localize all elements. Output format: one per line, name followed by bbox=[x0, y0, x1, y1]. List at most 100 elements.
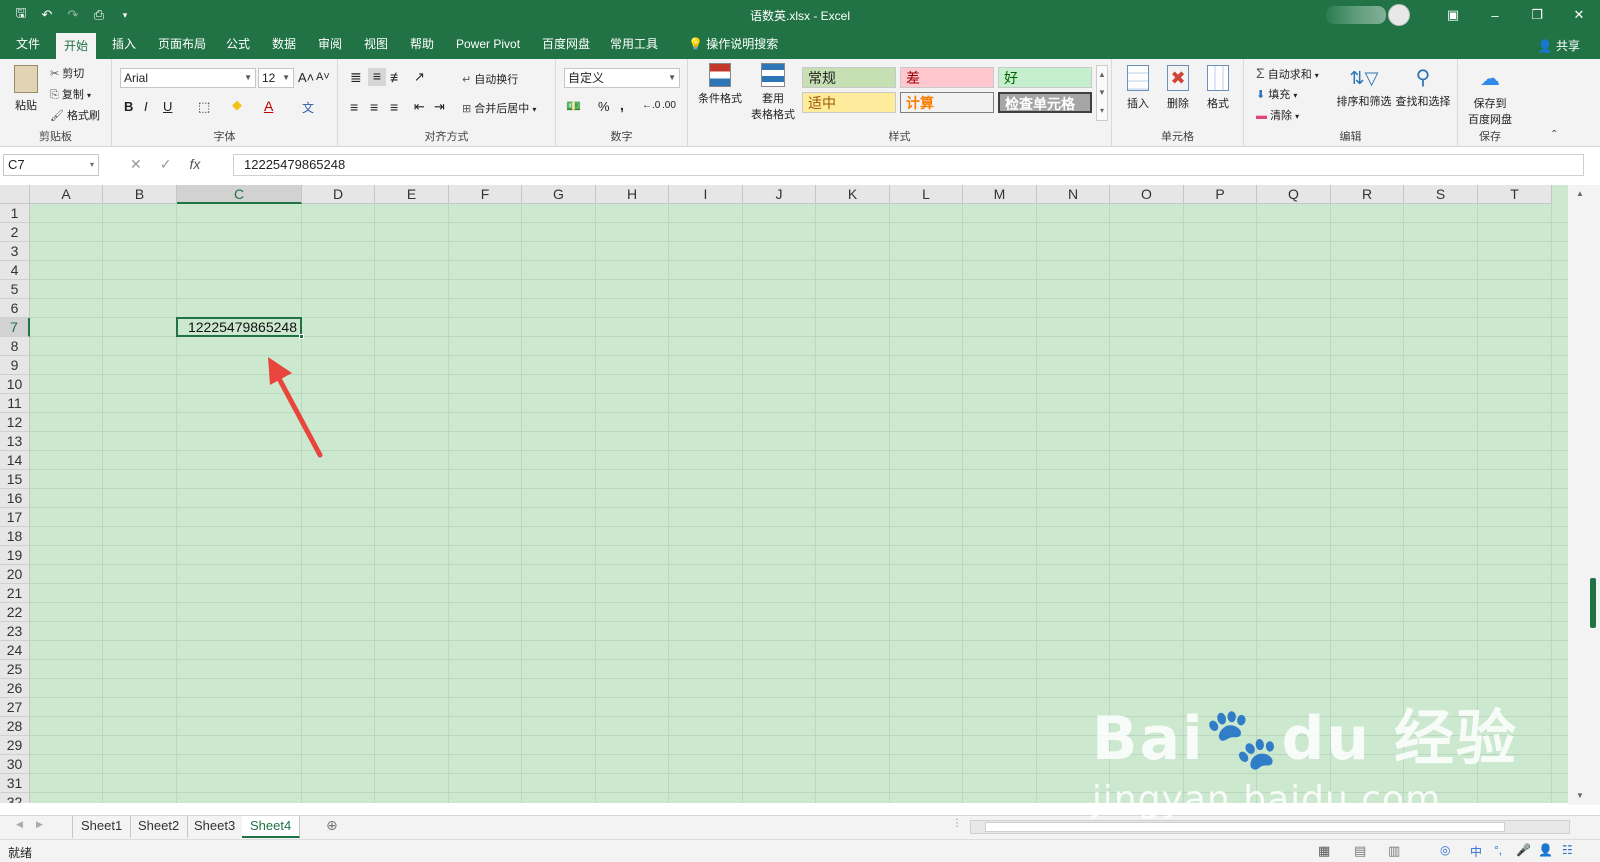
row-header[interactable]: 26 bbox=[0, 679, 30, 698]
select-all-corner[interactable] bbox=[0, 185, 30, 204]
restore-icon[interactable]: ❐ bbox=[1516, 0, 1558, 30]
tab-splitter[interactable]: ⋮ bbox=[952, 818, 962, 829]
tab-home[interactable]: 开始 bbox=[56, 33, 97, 59]
column-header[interactable]: F bbox=[449, 185, 522, 204]
tab-help[interactable]: 帮助 bbox=[402, 30, 442, 59]
orientation-icon[interactable]: ↗ bbox=[414, 69, 425, 85]
column-header[interactable]: R bbox=[1331, 185, 1404, 204]
clear-button[interactable]: ▬ 清除 ▾ bbox=[1256, 107, 1299, 123]
scroll-up-icon[interactable]: ▲ bbox=[1576, 189, 1584, 198]
column-header[interactable]: A bbox=[30, 185, 103, 204]
close-icon[interactable]: ✕ bbox=[1558, 0, 1600, 30]
column-header[interactable]: I bbox=[669, 185, 743, 204]
sheet-tab-4[interactable]: Sheet4 bbox=[242, 816, 301, 838]
decrease-indent-icon[interactable]: ⇤ bbox=[414, 99, 425, 115]
style-check-cell[interactable]: 检查单元格 bbox=[998, 92, 1092, 113]
tab-view[interactable]: 视图 bbox=[356, 30, 396, 59]
cut-button[interactable]: ✂ 剪切 bbox=[50, 65, 84, 81]
delete-cells-button[interactable]: ✖ 删除 bbox=[1162, 65, 1194, 111]
collapse-ribbon-icon[interactable]: ⌃ bbox=[1550, 129, 1558, 140]
sheet-tab-1[interactable]: Sheet1 bbox=[72, 816, 132, 838]
ime-logo-icon[interactable]: ◎ bbox=[1440, 843, 1450, 857]
normal-view-icon[interactable]: ▦ bbox=[1318, 843, 1330, 859]
row-header[interactable]: 8 bbox=[0, 337, 30, 356]
vertical-scroll-thumb[interactable] bbox=[1590, 578, 1596, 628]
selected-cell[interactable]: 12225479865248 bbox=[176, 317, 302, 337]
fill-handle[interactable] bbox=[299, 334, 304, 339]
sheet-tab-2[interactable]: Sheet2 bbox=[130, 816, 189, 838]
row-header[interactable]: 11 bbox=[0, 394, 30, 413]
column-header[interactable]: J bbox=[743, 185, 816, 204]
shrink-font-icon[interactable]: A˅ bbox=[316, 71, 330, 83]
fill-button[interactable]: ⬇ 填充 ▾ bbox=[1256, 86, 1297, 102]
row-header[interactable]: 21 bbox=[0, 584, 30, 603]
ime-punct-icon[interactable]: °, bbox=[1494, 843, 1502, 857]
row-header[interactable]: 6 bbox=[0, 299, 30, 318]
page-break-view-icon[interactable]: ▥ bbox=[1388, 843, 1400, 859]
row-header[interactable]: 15 bbox=[0, 470, 30, 489]
comma-button[interactable]: , bbox=[620, 97, 624, 113]
column-header[interactable]: Q bbox=[1257, 185, 1331, 204]
number-format-select[interactable]: 自定义 ▼ bbox=[564, 68, 680, 88]
insert-function-icon[interactable]: fx bbox=[189, 156, 200, 173]
bold-button[interactable]: B bbox=[124, 99, 133, 114]
wrap-text-button[interactable]: ↵ 自动换行 bbox=[462, 71, 518, 87]
row-header[interactable]: 27 bbox=[0, 698, 30, 717]
save-to-baidu-button[interactable]: ☁ 保存到 百度网盘 bbox=[1464, 63, 1516, 127]
style-bad[interactable]: 差 bbox=[900, 67, 994, 88]
font-name-select[interactable]: Arial ▼ bbox=[120, 68, 256, 88]
row-header[interactable]: 16 bbox=[0, 489, 30, 508]
style-calculation[interactable]: 计算 bbox=[900, 92, 994, 113]
sheet-tab-3[interactable]: Sheet3 bbox=[186, 816, 245, 838]
style-normal[interactable]: 常规 bbox=[802, 67, 896, 88]
row-header[interactable]: 9 bbox=[0, 356, 30, 375]
italic-button[interactable]: I bbox=[144, 99, 148, 114]
column-header[interactable]: T bbox=[1478, 185, 1552, 204]
style-good[interactable]: 好 bbox=[998, 67, 1092, 88]
row-header[interactable]: 3 bbox=[0, 242, 30, 261]
row-header[interactable]: 30 bbox=[0, 755, 30, 774]
row-header[interactable]: 25 bbox=[0, 660, 30, 679]
autosum-button[interactable]: Σ 自动求和 ▾ bbox=[1256, 65, 1319, 82]
grid-menu-icon[interactable]: ☷ bbox=[1562, 843, 1573, 857]
column-header[interactable]: M bbox=[963, 185, 1037, 204]
next-sheet-icon[interactable]: ▶ bbox=[36, 819, 43, 830]
row-header[interactable]: 22 bbox=[0, 603, 30, 622]
account-name[interactable] bbox=[1326, 6, 1386, 24]
conditional-format-button[interactable]: 条件格式 bbox=[696, 63, 744, 106]
row-header[interactable]: 23 bbox=[0, 622, 30, 641]
tab-power-pivot[interactable]: Power Pivot bbox=[448, 30, 528, 59]
row-header[interactable]: 7 bbox=[0, 318, 30, 337]
grow-font-icon[interactable]: A˄ bbox=[298, 70, 314, 85]
column-header[interactable]: C bbox=[177, 185, 302, 204]
column-header[interactable]: O bbox=[1110, 185, 1184, 204]
decrease-decimal-icon[interactable]: .00 bbox=[662, 100, 676, 111]
align-center-icon[interactable]: ≡ bbox=[370, 99, 378, 115]
row-header[interactable]: 13 bbox=[0, 432, 30, 451]
align-right-icon[interactable]: ≡ bbox=[390, 99, 398, 115]
column-header[interactable]: L bbox=[890, 185, 963, 204]
row-header[interactable]: 18 bbox=[0, 527, 30, 546]
tell-me-search[interactable]: 💡 操作说明搜索 bbox=[680, 30, 786, 59]
column-header[interactable]: P bbox=[1184, 185, 1257, 204]
column-header[interactable]: N bbox=[1037, 185, 1110, 204]
tab-formulas[interactable]: 公式 bbox=[218, 30, 258, 59]
align-bottom-icon[interactable]: ≢ bbox=[390, 69, 404, 85]
row-header[interactable]: 32 bbox=[0, 793, 30, 803]
phonetic-icon[interactable]: 文 bbox=[302, 99, 314, 116]
name-box[interactable]: C7 ▾ bbox=[3, 154, 99, 176]
ime-chinese-icon[interactable]: 中 bbox=[1470, 843, 1482, 860]
align-middle-icon[interactable]: ≡ bbox=[368, 68, 386, 86]
column-header[interactable]: H bbox=[596, 185, 669, 204]
tab-review[interactable]: 审阅 bbox=[310, 30, 350, 59]
row-header[interactable]: 28 bbox=[0, 717, 30, 736]
row-header[interactable]: 24 bbox=[0, 641, 30, 660]
account-avatar-icon[interactable] bbox=[1388, 4, 1410, 26]
minimize-icon[interactable]: – bbox=[1474, 0, 1516, 30]
page-layout-view-icon[interactable]: ▤ bbox=[1354, 843, 1366, 859]
column-header[interactable]: E bbox=[375, 185, 449, 204]
cancel-icon[interactable]: ✕ bbox=[130, 156, 142, 173]
vertical-scrollbar[interactable]: ▲ ▼ bbox=[1568, 185, 1600, 805]
user-icon[interactable]: 👤 bbox=[1538, 843, 1553, 857]
row-header[interactable]: 12 bbox=[0, 413, 30, 432]
